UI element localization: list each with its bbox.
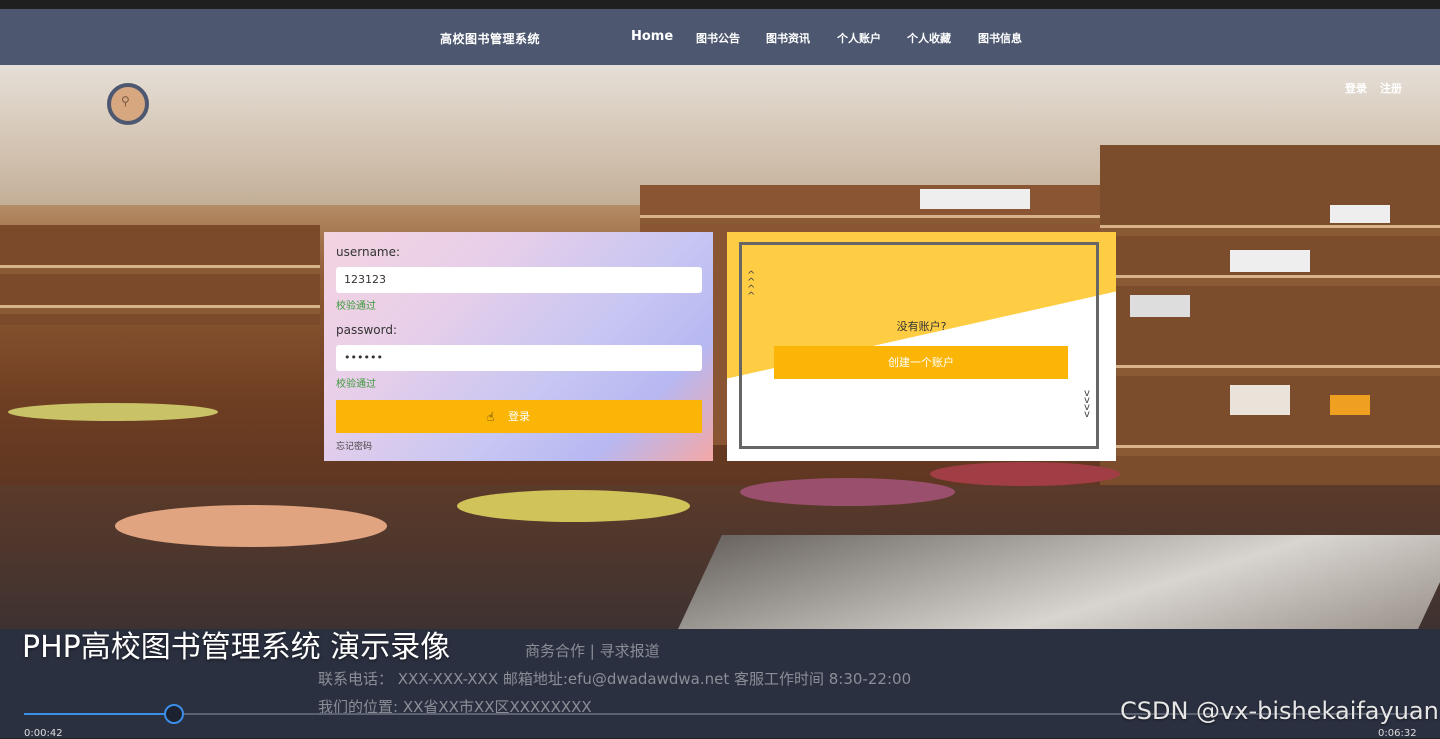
username-input[interactable]: 123123 [336,267,702,293]
login-form: username: 123123 校验通过 password: •••••• 校… [324,232,713,461]
login-button[interactable]: 登录 [336,400,702,433]
video-progress-fill [24,713,173,715]
search-icon: ⚲ [121,94,130,108]
bookshelf [1100,145,1440,525]
shelf-board [0,305,320,314]
watermark: CSDN @vx-bishekaifayuan [1120,697,1439,725]
books [920,189,1030,209]
books [1130,295,1190,317]
books [1330,395,1370,415]
video-title-overlay: PHP高校图书管理系统 演示录像 [22,630,451,665]
register-link[interactable]: 注册 [1380,80,1402,96]
shelf-board [1100,225,1440,236]
nav-item-announcements[interactable]: 图书公告 [696,30,740,46]
cushion [930,462,1120,486]
brand-title[interactable]: 高校图书管理系统 [440,30,540,47]
signup-title: 没有账户? [896,320,947,333]
shelf-board [1100,275,1440,286]
books [1230,250,1310,272]
chevron-up-icon: ^ ^ ^ ^ [747,270,756,302]
chevron-down-icon: vvvv [1084,388,1090,420]
cushion [740,478,955,506]
forgot-password-link[interactable]: 忘记密码 [336,439,372,452]
cushion [8,403,218,421]
shelf-board [1100,365,1440,376]
nav-item-book-info[interactable]: 图书信息 [978,30,1022,46]
books [1230,385,1290,415]
search-button[interactable]: ⚲ [107,83,149,125]
nav-item-favorites[interactable]: 个人收藏 [907,30,951,46]
window-top-strip [0,0,1440,9]
footer-links[interactable]: 商务合作 | 寻求报道 [525,640,660,661]
signup-panel: ^ ^ ^ ^ vvvv 没有账户? 创建一个账户 [727,232,1116,461]
shelf-board [0,265,320,274]
username-label: username: [336,245,401,259]
password-validation: 校验通过 [336,379,376,390]
cushion [115,505,387,547]
marble-floor [678,535,1440,629]
nav-item-account[interactable]: 个人账户 [837,30,881,46]
create-account-button[interactable]: 创建一个账户 [774,346,1068,379]
books [1330,205,1390,223]
nav-item-news[interactable]: 图书资讯 [766,30,810,46]
video-current-time: 0:00:42 [24,728,63,739]
login-link[interactable]: 登录 [1345,80,1367,96]
password-input[interactable]: •••••• [336,345,702,371]
footer-contact: 联系电话： XXX-XXX-XXX 邮箱地址:efu@dwadawdwa.net… [318,670,912,688]
cushion [457,490,690,522]
shelf-board [640,215,1100,224]
video-progress-handle[interactable] [163,704,184,724]
username-validation: 校验通过 [336,301,376,312]
hero-background [0,65,1440,629]
video-total-time: 0:06:32 [1378,728,1417,739]
password-label: password: [336,323,398,337]
pointer-cursor-icon: ☝ [487,410,495,424]
nav-home[interactable]: Home [631,29,673,44]
navbar: 高校图书管理系统 Home 图书公告 图书资讯 个人账户 个人收藏 图书信息 [0,9,1440,65]
shelf-board [1100,445,1440,456]
